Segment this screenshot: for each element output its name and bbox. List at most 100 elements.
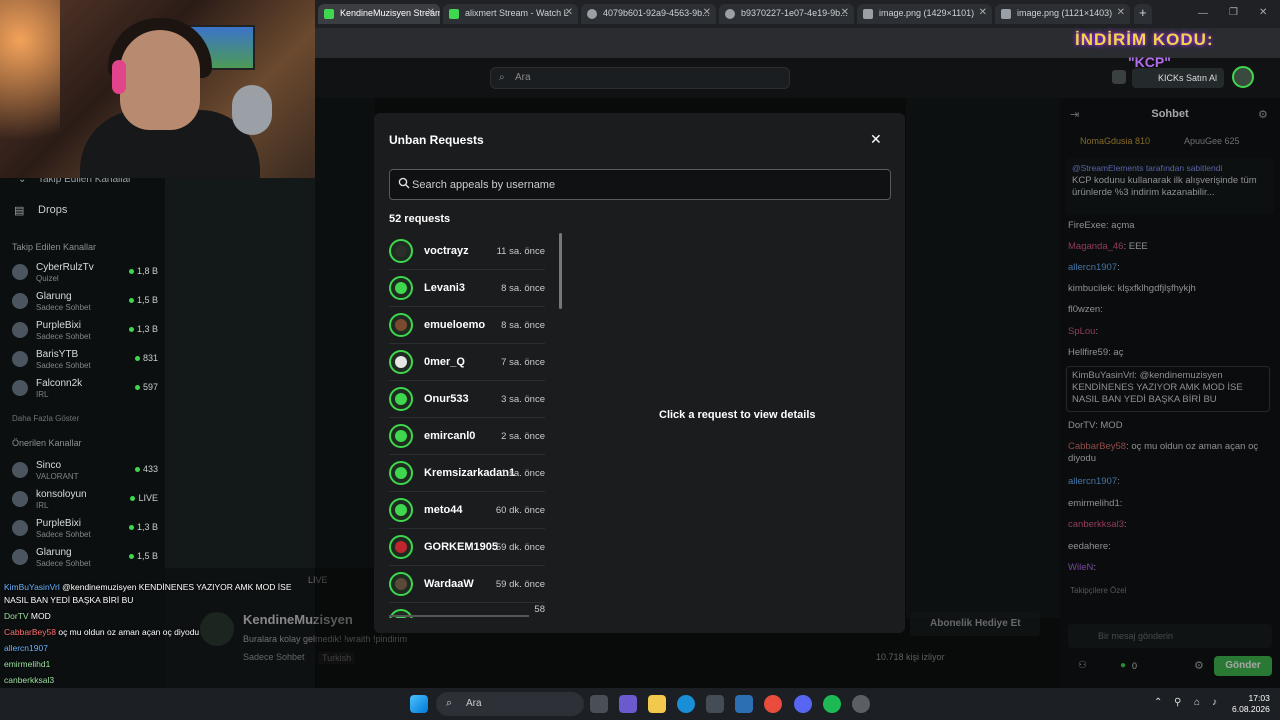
list-item[interactable]: emueloemo 8 sa. önce bbox=[389, 307, 545, 344]
avatar bbox=[12, 264, 28, 280]
list-item[interactable]: voctrayz 11 sa. önce bbox=[389, 233, 545, 270]
live-dot-icon bbox=[128, 269, 134, 274]
list-item[interactable]: Kremsizarkadan1 1 sa. önce bbox=[389, 455, 545, 492]
avatar-fill bbox=[395, 282, 407, 294]
list-item[interactable]: 0mer_Q 7 sa. önce bbox=[389, 344, 545, 381]
discord-icon[interactable] bbox=[794, 695, 812, 713]
minimize-icon[interactable]: — bbox=[1198, 8, 1208, 19]
avatar-fill bbox=[395, 541, 407, 553]
channel-avatar[interactable] bbox=[200, 612, 234, 646]
appeal-search-field[interactable] bbox=[389, 169, 891, 200]
avatar-fill bbox=[395, 430, 407, 442]
browser-tab[interactable]: 4079b601-92a9-4563-9b... ✕ bbox=[581, 4, 716, 24]
kicks-buy-button[interactable]: KICKs Satın Al bbox=[1132, 68, 1224, 88]
list-item[interactable]: Levani3 8 sa. önce bbox=[389, 270, 545, 307]
headphones bbox=[112, 60, 126, 94]
restore-icon[interactable]: ❐ bbox=[1229, 7, 1238, 18]
close-tab-icon[interactable]: ✕ bbox=[979, 7, 987, 18]
avatar bbox=[12, 491, 28, 507]
mail-icon[interactable] bbox=[735, 695, 753, 713]
avatar-fill bbox=[395, 578, 407, 590]
avatar bbox=[389, 498, 413, 522]
avatar[interactable] bbox=[1232, 66, 1254, 88]
avatar-fill bbox=[395, 467, 407, 479]
avatar bbox=[12, 520, 28, 536]
file-explorer-icon[interactable] bbox=[648, 695, 666, 713]
close-tab-icon[interactable]: ✕ bbox=[427, 7, 435, 18]
avatar bbox=[389, 239, 413, 263]
avatar bbox=[12, 462, 28, 478]
list-scrollbar[interactable] bbox=[559, 233, 562, 309]
appeal-search-input[interactable] bbox=[412, 174, 882, 196]
avatar bbox=[12, 549, 28, 565]
network-icon[interactable]: ⌂ bbox=[1194, 697, 1200, 708]
live-dot-icon bbox=[128, 525, 134, 530]
sidebar-item-drops[interactable]: Drops bbox=[38, 204, 67, 216]
list-item[interactable]: meto44 60 dk. önce bbox=[389, 492, 545, 529]
close-window-icon[interactable]: ✕ bbox=[1259, 7, 1267, 18]
sidebar-channel[interactable]: BarisYTB Sadece Sohbet 831 bbox=[12, 347, 162, 373]
overlay-chat-line: DorTV MOD bbox=[4, 611, 51, 621]
avatar bbox=[12, 293, 28, 309]
live-dot-icon bbox=[134, 467, 140, 472]
volume-icon[interactable]: ♪ bbox=[1212, 697, 1217, 708]
avatar bbox=[389, 313, 413, 337]
avatar bbox=[389, 350, 413, 374]
image-icon bbox=[1001, 9, 1011, 19]
close-tab-icon[interactable]: ✕ bbox=[1117, 7, 1125, 18]
drops-icon: ▤ bbox=[14, 205, 25, 217]
overlay-chat-line: CabbarBey58 oç mu oldun oz aman açan oç … bbox=[4, 627, 200, 637]
task-view-icon[interactable] bbox=[590, 695, 608, 713]
web-icon bbox=[725, 9, 735, 19]
horizontal-scrollbar[interactable] bbox=[389, 615, 529, 617]
sidebar-channel[interactable]: Sinco VALORANT 433 bbox=[12, 458, 162, 484]
avatar-fill bbox=[395, 245, 407, 257]
sidebar-channel[interactable]: Glarung Sadece Sohbet 1,5 B bbox=[12, 545, 162, 571]
list-item[interactable]: GORKEM1905 59 dk. önce bbox=[389, 529, 545, 566]
close-tab-icon[interactable]: ✕ bbox=[703, 7, 711, 18]
sidebar-channel[interactable]: PurpleBixi Sadece Sohbet 1,3 B bbox=[12, 516, 162, 542]
browser-tab[interactable]: image.png (1429×1101) ✕ bbox=[857, 4, 992, 24]
close-tab-icon[interactable]: ✕ bbox=[841, 7, 849, 18]
request-list[interactable]: voctrayz 11 sa. önce Levani3 8 sa. önce em… bbox=[389, 233, 547, 618]
close-icon[interactable]: ✕ bbox=[870, 131, 882, 148]
edge-icon[interactable] bbox=[677, 695, 695, 713]
gift-icon[interactable] bbox=[1112, 70, 1126, 84]
sidebar-channel[interactable]: CyberRulzTv Quizel 1,8 B bbox=[12, 260, 162, 286]
stream-category[interactable]: Sadece Sohbet bbox=[243, 652, 305, 662]
chrome-icon[interactable] bbox=[764, 695, 782, 713]
new-tab-button[interactable]: + bbox=[1134, 4, 1152, 24]
windows-start-icon[interactable] bbox=[410, 695, 428, 713]
avatar-fill bbox=[395, 319, 407, 331]
tray-chevron-icon[interactable]: ⌃ bbox=[1154, 697, 1162, 708]
overlay-chat-line: KimBuYasinVrl @kendinemuzisyen KENDİNENE… bbox=[4, 582, 292, 592]
live-dot-icon bbox=[130, 496, 136, 501]
sidebar-channel[interactable]: konsoloyun IRL LIVE bbox=[12, 487, 162, 513]
search-icon bbox=[398, 177, 410, 189]
spotify-icon[interactable] bbox=[823, 695, 841, 713]
store-icon[interactable] bbox=[706, 695, 724, 713]
promo-code: "KCP" bbox=[1128, 54, 1171, 70]
browser-tab[interactable]: KendineMuzisyen Stream ✕ bbox=[318, 4, 440, 24]
copilot-icon[interactable] bbox=[619, 695, 637, 713]
overlay-chat-line: NASIL BAN YEDİ BAŞKA BİRİ BU bbox=[4, 595, 134, 605]
image-icon bbox=[863, 9, 873, 19]
taskbar-search[interactable]: ⌕ Ara bbox=[436, 692, 584, 716]
browser-tab[interactable]: alixmert Stream - Watch L ✕ bbox=[443, 4, 578, 24]
browser-tab[interactable]: b9370227-1e07-4e19-9b... ✕ bbox=[719, 4, 854, 24]
system-clock[interactable]: 17:03 6.08.2026 bbox=[1232, 693, 1270, 715]
close-tab-icon[interactable]: ✕ bbox=[565, 7, 573, 18]
sidebar-channel[interactable]: Falconn2k IRL 597 bbox=[12, 376, 162, 402]
obs-icon[interactable] bbox=[852, 695, 870, 713]
live-dot-icon bbox=[128, 554, 134, 559]
show-more-link[interactable]: Daha Fazla Göster bbox=[12, 414, 79, 423]
list-item[interactable]: Onur533 3 sa. önce bbox=[389, 381, 545, 418]
site-search-input[interactable]: ⌕ Ara bbox=[490, 67, 790, 89]
sidebar-channel[interactable]: Glarung Sadece Sohbet 1,5 B bbox=[12, 289, 162, 315]
streamer-face bbox=[120, 30, 200, 130]
list-item[interactable]: emircanl0 2 sa. önce bbox=[389, 418, 545, 455]
mic-icon[interactable]: ⚲ bbox=[1174, 697, 1181, 708]
sidebar-channel[interactable]: PurpleBixi Sadece Sohbet 1,3 B bbox=[12, 318, 162, 344]
browser-tab[interactable]: image.png (1121×1403) ✕ bbox=[995, 4, 1130, 24]
kick-icon bbox=[449, 9, 459, 19]
